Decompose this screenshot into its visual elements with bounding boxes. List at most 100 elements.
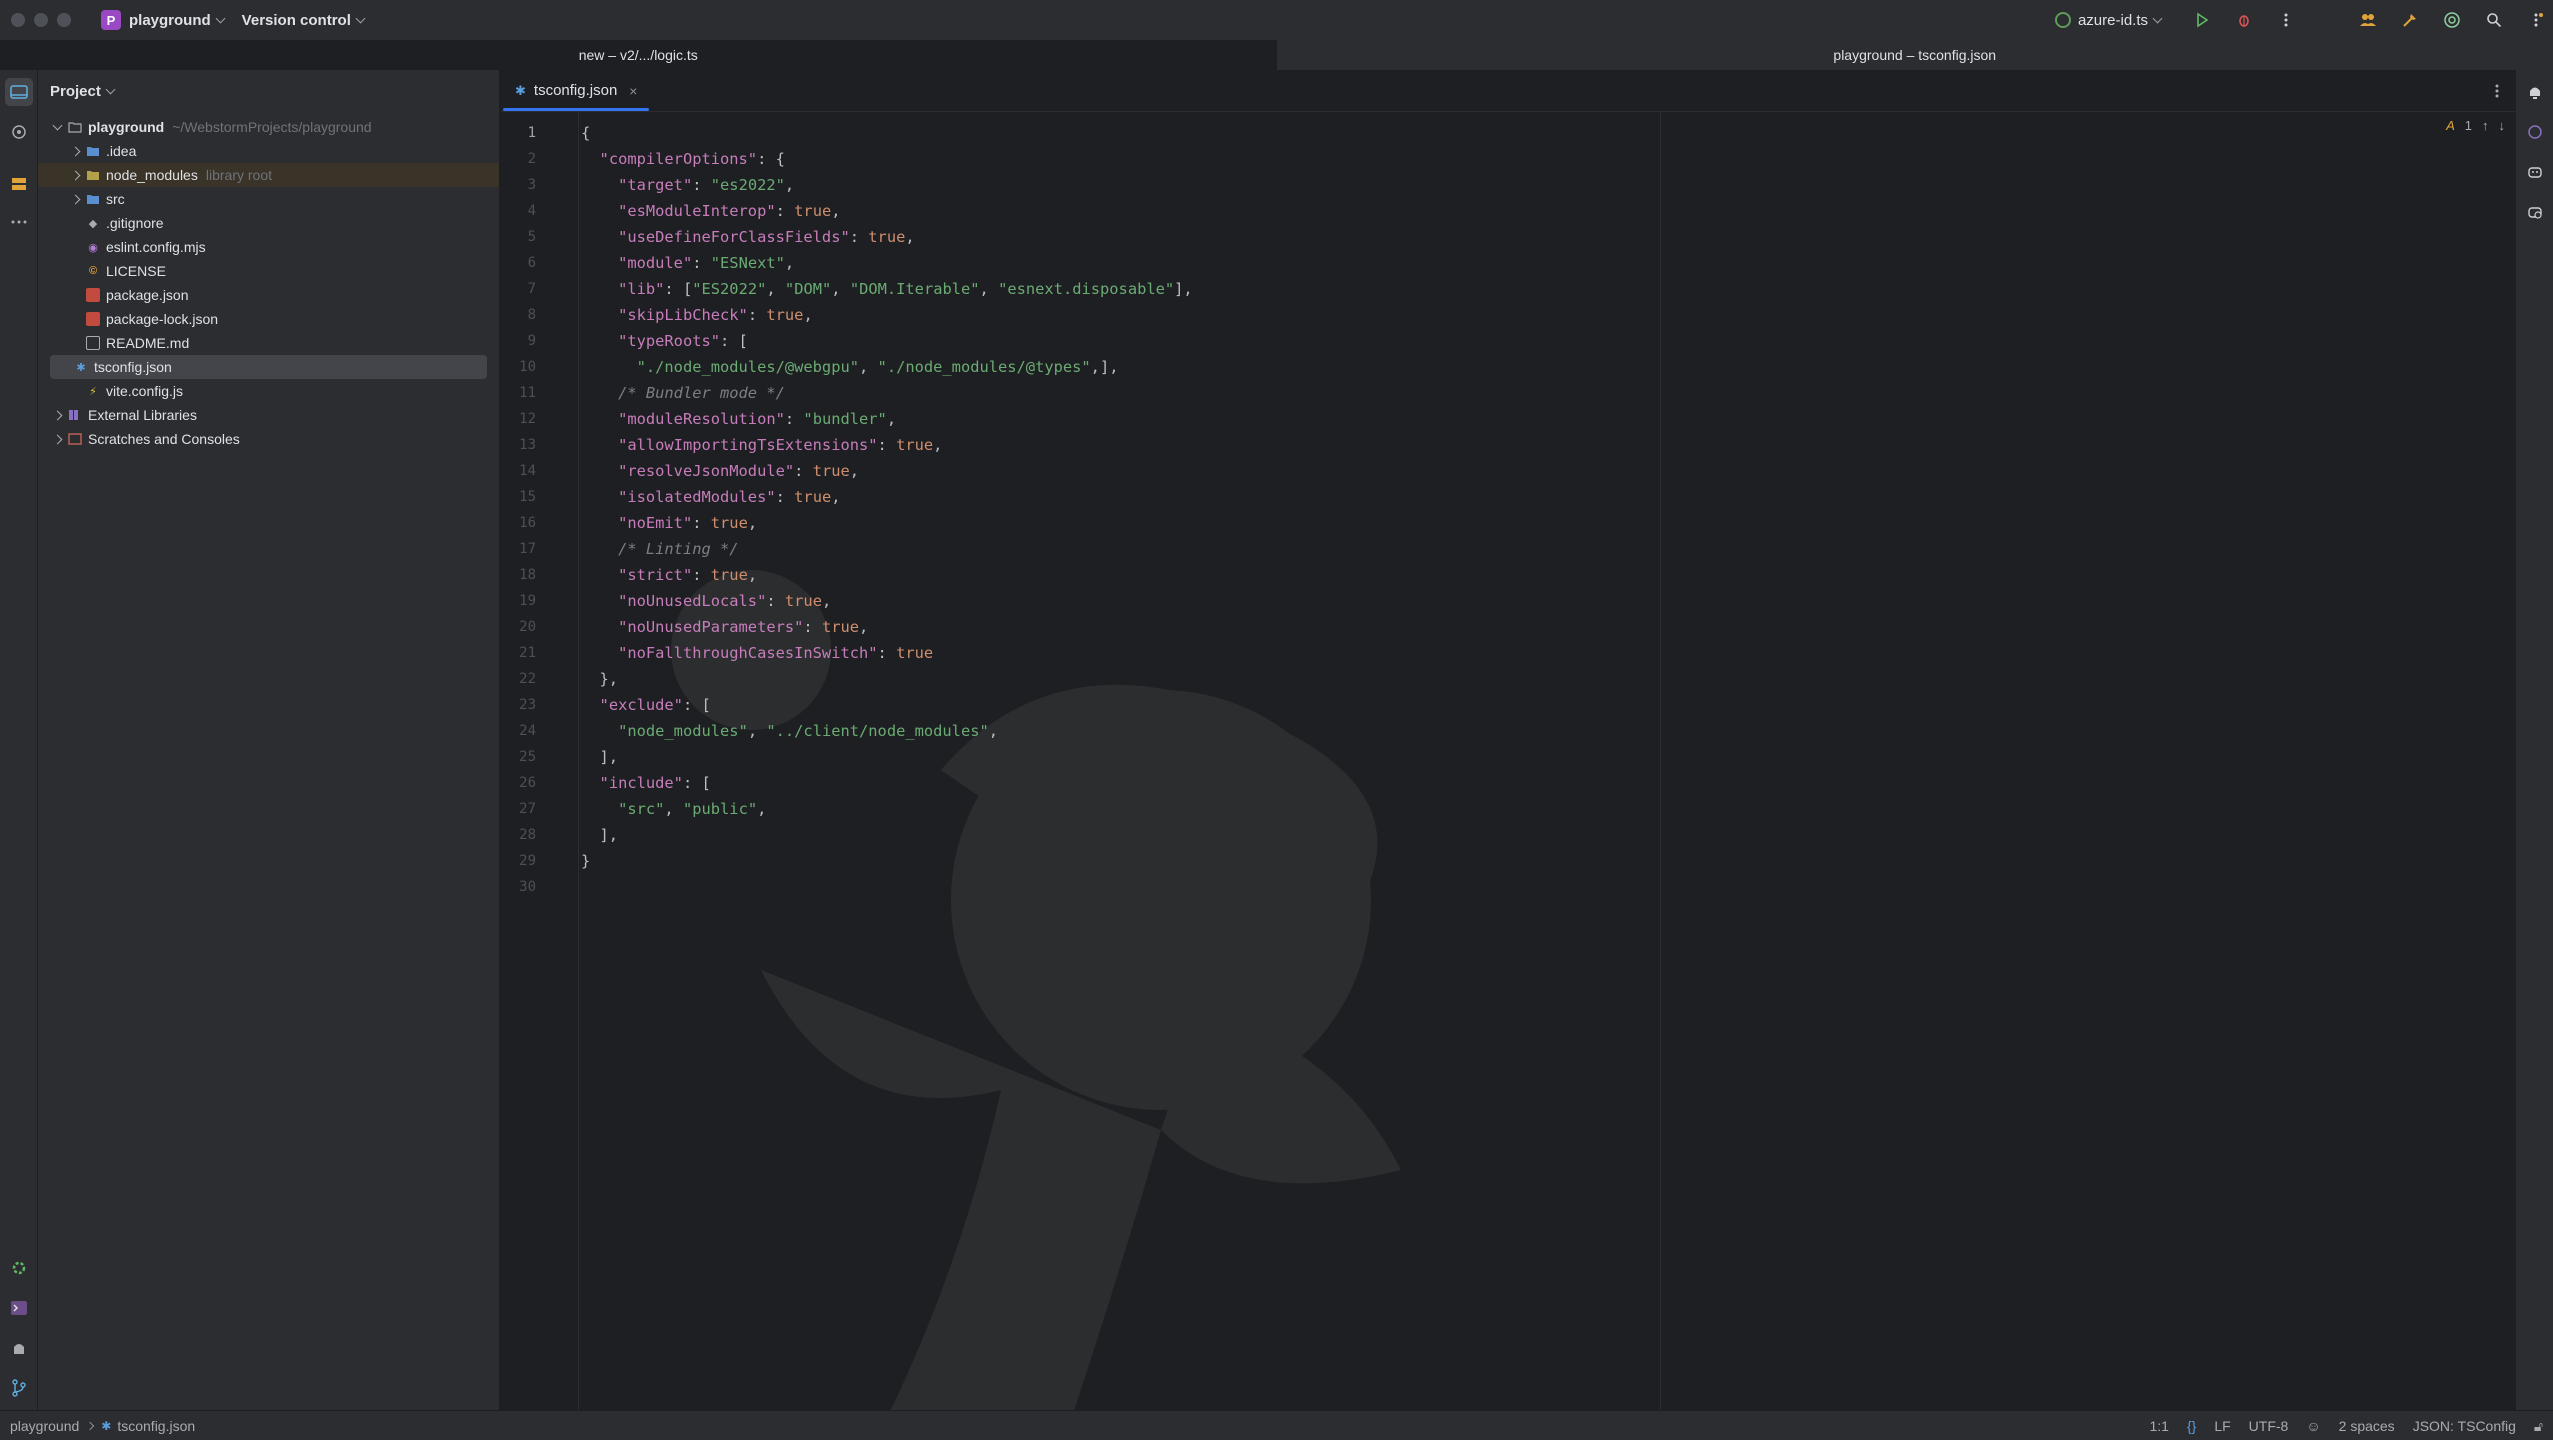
window-tab-tsconfig[interactable]: playground – tsconfig.json [1276, 40, 2553, 70]
run-configuration-selector[interactable]: azure-id.ts [2054, 12, 2163, 29]
code-line[interactable]: "useDefineForClassFields": true, [581, 224, 915, 250]
tree-item-package-json[interactable]: package.json [50, 283, 487, 307]
json-schema[interactable]: JSON: TSConfig [2413, 1418, 2516, 1434]
code-line[interactable]: /* Linting */ [581, 536, 738, 562]
code-line[interactable]: "isolatedModules": true, [581, 484, 840, 510]
code-token: , [979, 280, 999, 298]
code-line[interactable]: "src", "public", [581, 796, 766, 822]
code-line[interactable]: "./node_modules/@webgpu", "./node_module… [581, 354, 1119, 380]
expand-arrow-icon[interactable] [50, 432, 64, 446]
expand-arrow-icon[interactable] [68, 192, 82, 206]
code-line[interactable]: "skipLibCheck": true, [581, 302, 813, 328]
copilot-icon[interactable] [2521, 158, 2549, 186]
minimize-window-button[interactable] [34, 13, 48, 27]
editor-tabs-more-icon[interactable] [2495, 70, 2515, 111]
project-tool-icon[interactable] [5, 78, 33, 106]
code-line[interactable]: "target": "es2022", [581, 172, 794, 198]
project-switcher[interactable]: P playground [101, 10, 226, 30]
tree-item-gitignore[interactable]: ◆ .gitignore [50, 211, 487, 235]
ai-assistant-icon[interactable] [2521, 118, 2549, 146]
code-line[interactable]: "esModuleInterop": true, [581, 198, 840, 224]
code-line[interactable]: { [581, 120, 590, 146]
line-separator[interactable]: LF [2214, 1418, 2230, 1434]
code-line[interactable]: "compilerOptions": { [581, 146, 785, 172]
lock-icon[interactable]: 🔓︎ [2534, 1418, 2543, 1435]
code-line[interactable]: "node_modules", "../client/node_modules"… [581, 718, 998, 744]
version-control-menu[interactable]: Version control [242, 12, 366, 29]
more-icon[interactable] [2275, 9, 2297, 31]
code-line[interactable]: "strict": true, [581, 562, 757, 588]
tree-label: eslint.config.mjs [106, 239, 206, 255]
json-braces-icon[interactable]: {} [2187, 1418, 2196, 1434]
close-window-button[interactable] [11, 13, 25, 27]
tree-item-tsconfig[interactable]: ✱ tsconfig.json [50, 355, 487, 379]
copilot-status-icon[interactable]: ☺ [2306, 1418, 2320, 1434]
code-line[interactable]: ], [581, 744, 619, 770]
code-line[interactable]: ], [581, 822, 619, 848]
problems-icon[interactable] [5, 1334, 33, 1362]
notifications-icon[interactable] [2521, 78, 2549, 106]
search-icon[interactable] [2483, 9, 2505, 31]
vcs-tool-icon[interactable] [5, 118, 33, 146]
code-line[interactable]: } [581, 848, 590, 874]
more-tools-icon[interactable] [5, 208, 33, 236]
build-icon[interactable] [2399, 9, 2421, 31]
tree-item-src[interactable]: src [50, 187, 487, 211]
indent-setting[interactable]: 2 spaces [2339, 1418, 2395, 1434]
code-line[interactable]: "exclude": [ [581, 692, 711, 718]
window-controls[interactable] [11, 13, 71, 27]
project-panel-header[interactable]: Project [38, 70, 499, 112]
project-badge: P [101, 10, 121, 30]
code-line[interactable]: "noEmit": true, [581, 510, 757, 536]
file-encoding[interactable]: UTF-8 [2249, 1418, 2289, 1434]
collab-icon[interactable] [2357, 9, 2379, 31]
tree-item-external-libraries[interactable]: External Libraries [50, 403, 487, 427]
code-line[interactable]: "typeRoots": [ [581, 328, 748, 354]
debug-icon[interactable] [2233, 9, 2255, 31]
tree-item-scratches[interactable]: Scratches and Consoles [50, 427, 487, 451]
git-icon[interactable] [5, 1374, 33, 1402]
code-line[interactable]: "moduleResolution": "bundler", [581, 406, 896, 432]
expand-arrow-icon[interactable] [68, 168, 82, 182]
code-content[interactable]: { "compilerOptions": { "target": "es2022… [581, 112, 2515, 1410]
code-line[interactable]: }, [581, 666, 619, 692]
tree-item-package-lock[interactable]: package-lock.json [50, 307, 487, 331]
tree-item-license[interactable]: © LICENSE [50, 259, 487, 283]
settings-icon[interactable] [2525, 9, 2547, 31]
code-token: "ES2022" [692, 280, 767, 298]
expand-arrow-icon[interactable] [50, 120, 64, 134]
tree-item-eslint-config[interactable]: ◉ eslint.config.mjs [50, 235, 487, 259]
terminal-icon[interactable] [5, 1294, 33, 1322]
ai-icon[interactable] [2441, 9, 2463, 31]
editor-tab-tsconfig[interactable]: ✱ tsconfig.json × [501, 70, 651, 111]
code-token: , [747, 514, 758, 532]
maximize-window-button[interactable] [57, 13, 71, 27]
code-token: : [747, 306, 767, 324]
code-line[interactable]: "lib": ["ES2022", "DOM", "DOM.Iterable",… [581, 276, 1193, 302]
code-line[interactable]: "noUnusedLocals": true, [581, 588, 831, 614]
breadcrumb-file[interactable]: tsconfig.json [117, 1418, 195, 1434]
caret-position[interactable]: 1:1 [2150, 1418, 2169, 1434]
close-icon[interactable]: × [629, 83, 637, 99]
copilot-chat-icon[interactable] [2521, 198, 2549, 226]
tree-item-idea[interactable]: .idea [50, 139, 487, 163]
structure-tool-icon[interactable] [5, 170, 33, 198]
code-line[interactable]: "allowImportingTsExtensions": true, [581, 432, 942, 458]
code-line[interactable]: "noFallthroughCasesInSwitch": true [581, 640, 933, 666]
code-line[interactable]: "resolveJsonModule": true, [581, 458, 859, 484]
tree-item-vite-config[interactable]: ⚡ vite.config.js [50, 379, 487, 403]
tree-root-playground[interactable]: playground ~/WebstormProjects/playground [50, 115, 487, 139]
window-tab-logic[interactable]: new – v2/.../logic.ts [0, 40, 1277, 70]
code-line[interactable]: "module": "ESNext", [581, 250, 794, 276]
code-line[interactable]: "noUnusedParameters": true, [581, 614, 868, 640]
run-icon[interactable] [2191, 9, 2213, 31]
code-line[interactable]: "include": [ [581, 770, 711, 796]
expand-arrow-icon[interactable] [68, 144, 82, 158]
breadcrumb-project[interactable]: playground [10, 1418, 79, 1434]
tree-item-node-modules[interactable]: node_modules library root [38, 163, 499, 187]
services-icon[interactable] [5, 1254, 33, 1282]
expand-arrow-icon[interactable] [50, 408, 64, 422]
code-line[interactable]: /* Bundler mode */ [581, 380, 785, 406]
tree-item-readme[interactable]: README.md [50, 331, 487, 355]
